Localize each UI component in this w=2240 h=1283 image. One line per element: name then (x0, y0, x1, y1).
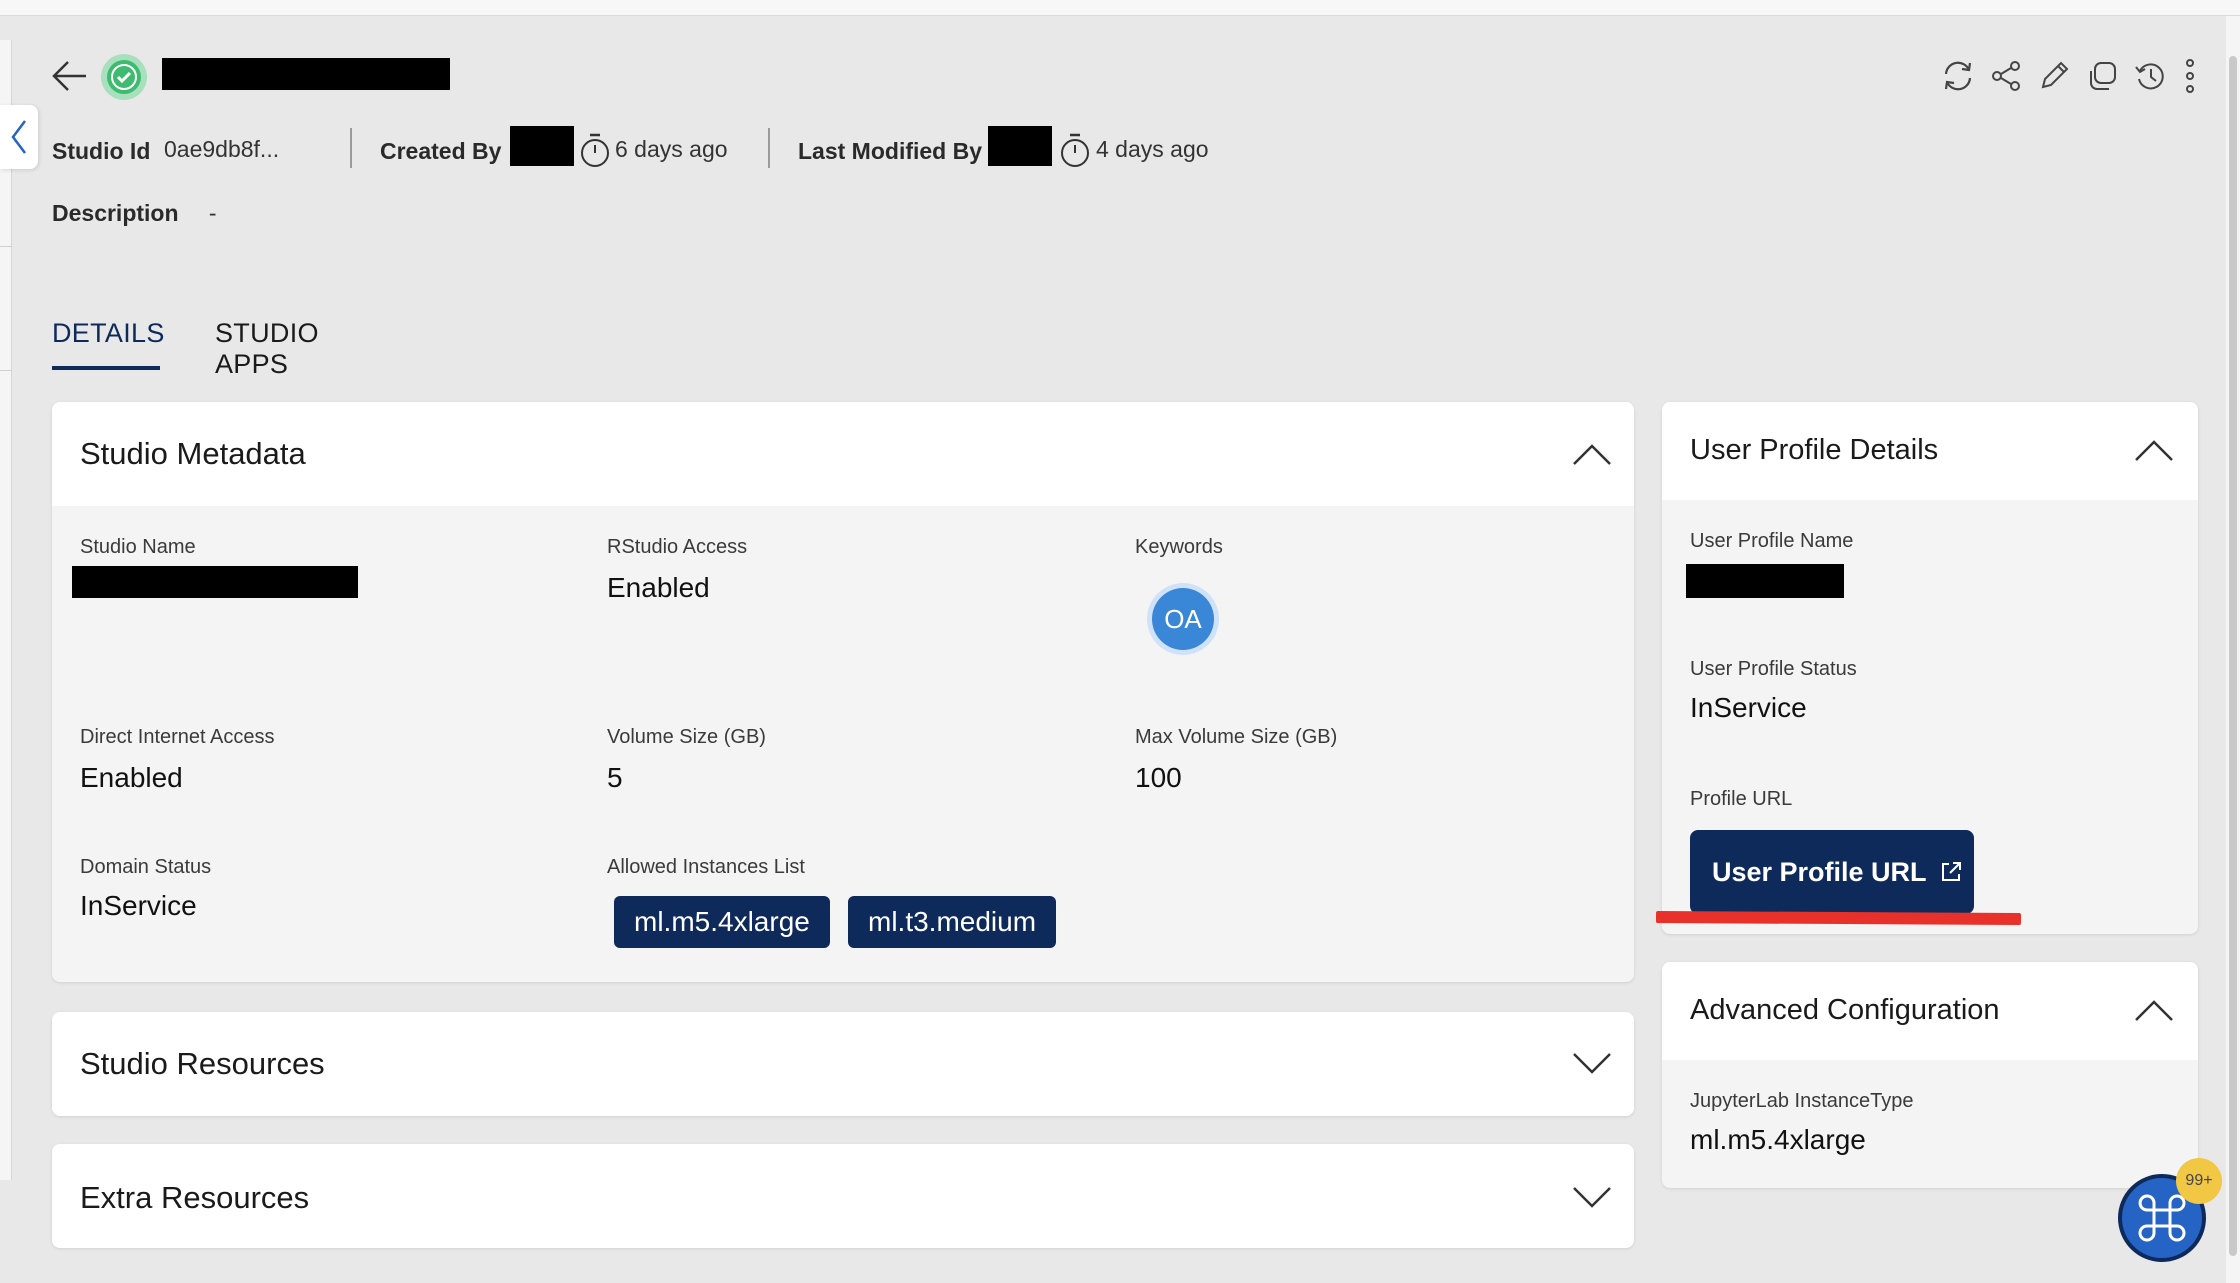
scrollbar-track[interactable] (2226, 16, 2240, 1283)
chevron-left-icon (11, 120, 26, 154)
left-divider (0, 246, 12, 247)
profile-url-label: Profile URL (1690, 788, 1793, 810)
extra-resources-card[interactable]: Extra Resources (52, 1144, 1634, 1248)
description-label: Description (52, 200, 179, 226)
user-profile-status-value: InService (1690, 692, 1807, 723)
tab-details[interactable]: DETAILS (52, 318, 165, 349)
user-profile-url-button[interactable]: User Profile URL (1690, 830, 1974, 914)
advanced-config-card: Advanced Configuration JupyterLab Instan… (1662, 962, 2198, 1188)
card-title: User Profile Details (1690, 434, 1939, 466)
keywords-label: Keywords (1135, 536, 1223, 558)
instance-chip: ml.m5.4xlarge (614, 896, 830, 948)
history-icon (2135, 63, 2164, 90)
studio-name-redacted (72, 566, 358, 598)
modified-by-label: Last Modified By (798, 138, 983, 164)
share-button[interactable] (1988, 56, 2024, 96)
chevron-down-icon[interactable] (1570, 1050, 1614, 1078)
card-header[interactable]: Studio Metadata (52, 402, 1634, 506)
instance-chip: ml.t3.medium (848, 896, 1057, 948)
rstudio-access-value: Enabled (607, 572, 710, 603)
jupyterlab-instance-label: JupyterLab InstanceType (1690, 1090, 1914, 1112)
card-title: Extra Resources (80, 1180, 310, 1215)
description-row: Description - (52, 200, 217, 227)
refresh-button[interactable] (1940, 56, 1976, 96)
notification-badge: 99+ (2176, 1158, 2222, 1204)
arrow-left-icon (52, 61, 86, 91)
action-toolbar (1940, 56, 2200, 96)
card-header[interactable]: Advanced Configuration (1662, 962, 2198, 1060)
more-vertical-icon (2186, 59, 2194, 93)
studio-title-redacted (162, 58, 450, 90)
created-by-label: Created By (380, 138, 502, 164)
keyword-chip[interactable]: OA (1152, 588, 1214, 650)
timer-icon (1061, 133, 1089, 167)
clone-icon (2090, 62, 2116, 90)
left-divider (0, 370, 12, 371)
tab-studio-apps[interactable]: STUDIO APPS (215, 318, 319, 380)
studio-name-label: Studio Name (80, 536, 196, 558)
top-strip (0, 0, 2240, 16)
volume-size-value: 5 (607, 762, 623, 793)
chevron-up-icon[interactable] (2132, 996, 2176, 1024)
left-sidebar-edge (0, 40, 12, 1180)
user-profile-status-label: User Profile Status (1690, 658, 1857, 680)
command-icon (2138, 1194, 2186, 1242)
internet-access-label: Direct Internet Access (80, 726, 275, 748)
description-value: - (208, 200, 217, 226)
jupyterlab-instance-value: ml.m5.4xlarge (1690, 1124, 1866, 1155)
clone-button[interactable] (2084, 56, 2120, 96)
card-title: Studio Resources (80, 1046, 325, 1081)
studio-meta-row: Studio Id 0ae9db8f... Created By 6 days … (52, 126, 1352, 172)
edit-icon (2041, 61, 2069, 89)
chevron-up-icon[interactable] (2132, 436, 2176, 464)
card-title: Studio Metadata (80, 436, 306, 471)
history-button[interactable] (2132, 56, 2168, 96)
user-profile-name-redacted (1686, 564, 1844, 598)
studio-id-value: 0ae9db8f... (164, 136, 280, 162)
active-tab-indicator (52, 366, 160, 370)
card-header[interactable]: User Profile Details (1662, 402, 2198, 500)
max-volume-label: Max Volume Size (GB) (1135, 726, 1338, 748)
allowed-instances-label: Allowed Instances List (607, 856, 805, 878)
chevron-down-icon[interactable] (1570, 1184, 1614, 1212)
studio-metadata-card: Studio Metadata Studio Name RStudio Acce… (52, 402, 1634, 982)
created-by-redacted (510, 126, 574, 166)
divider (350, 128, 352, 168)
rstudio-access-label: RStudio Access (607, 536, 748, 558)
button-label: User Profile URL (1712, 856, 1927, 887)
chevron-up-icon[interactable] (1570, 440, 1614, 468)
status-success-icon (100, 53, 148, 101)
more-options-button[interactable] (2180, 56, 2200, 96)
modified-by-redacted (988, 126, 1052, 166)
page-header (50, 50, 2200, 110)
created-time: 6 days ago (615, 136, 728, 162)
internet-access-value: Enabled (80, 762, 183, 793)
studio-resources-card[interactable]: Studio Resources (52, 1012, 1634, 1116)
modified-time: 4 days ago (1096, 136, 1209, 162)
edit-button[interactable] (2036, 56, 2072, 96)
domain-status-label: Domain Status (80, 856, 212, 878)
user-profile-card: User Profile Details User Profile Name U… (1662, 402, 2198, 934)
back-button[interactable] (50, 56, 90, 96)
external-link-icon (1941, 862, 1961, 881)
share-icon (1992, 61, 2020, 91)
user-profile-name-label: User Profile Name (1690, 530, 1854, 552)
annotation-underline (1655, 911, 2022, 925)
refresh-icon (1944, 61, 1972, 91)
card-title: Advanced Configuration (1690, 994, 2000, 1026)
sidebar-expand-button[interactable] (0, 105, 38, 169)
studio-id-label: Studio Id (52, 138, 151, 164)
max-volume-value: 100 (1135, 762, 1182, 793)
domain-status-value: InService (80, 890, 197, 921)
volume-size-label: Volume Size (GB) (607, 726, 766, 748)
timer-icon (581, 133, 609, 167)
scrollbar-thumb[interactable] (2229, 56, 2237, 1256)
divider (768, 128, 770, 168)
